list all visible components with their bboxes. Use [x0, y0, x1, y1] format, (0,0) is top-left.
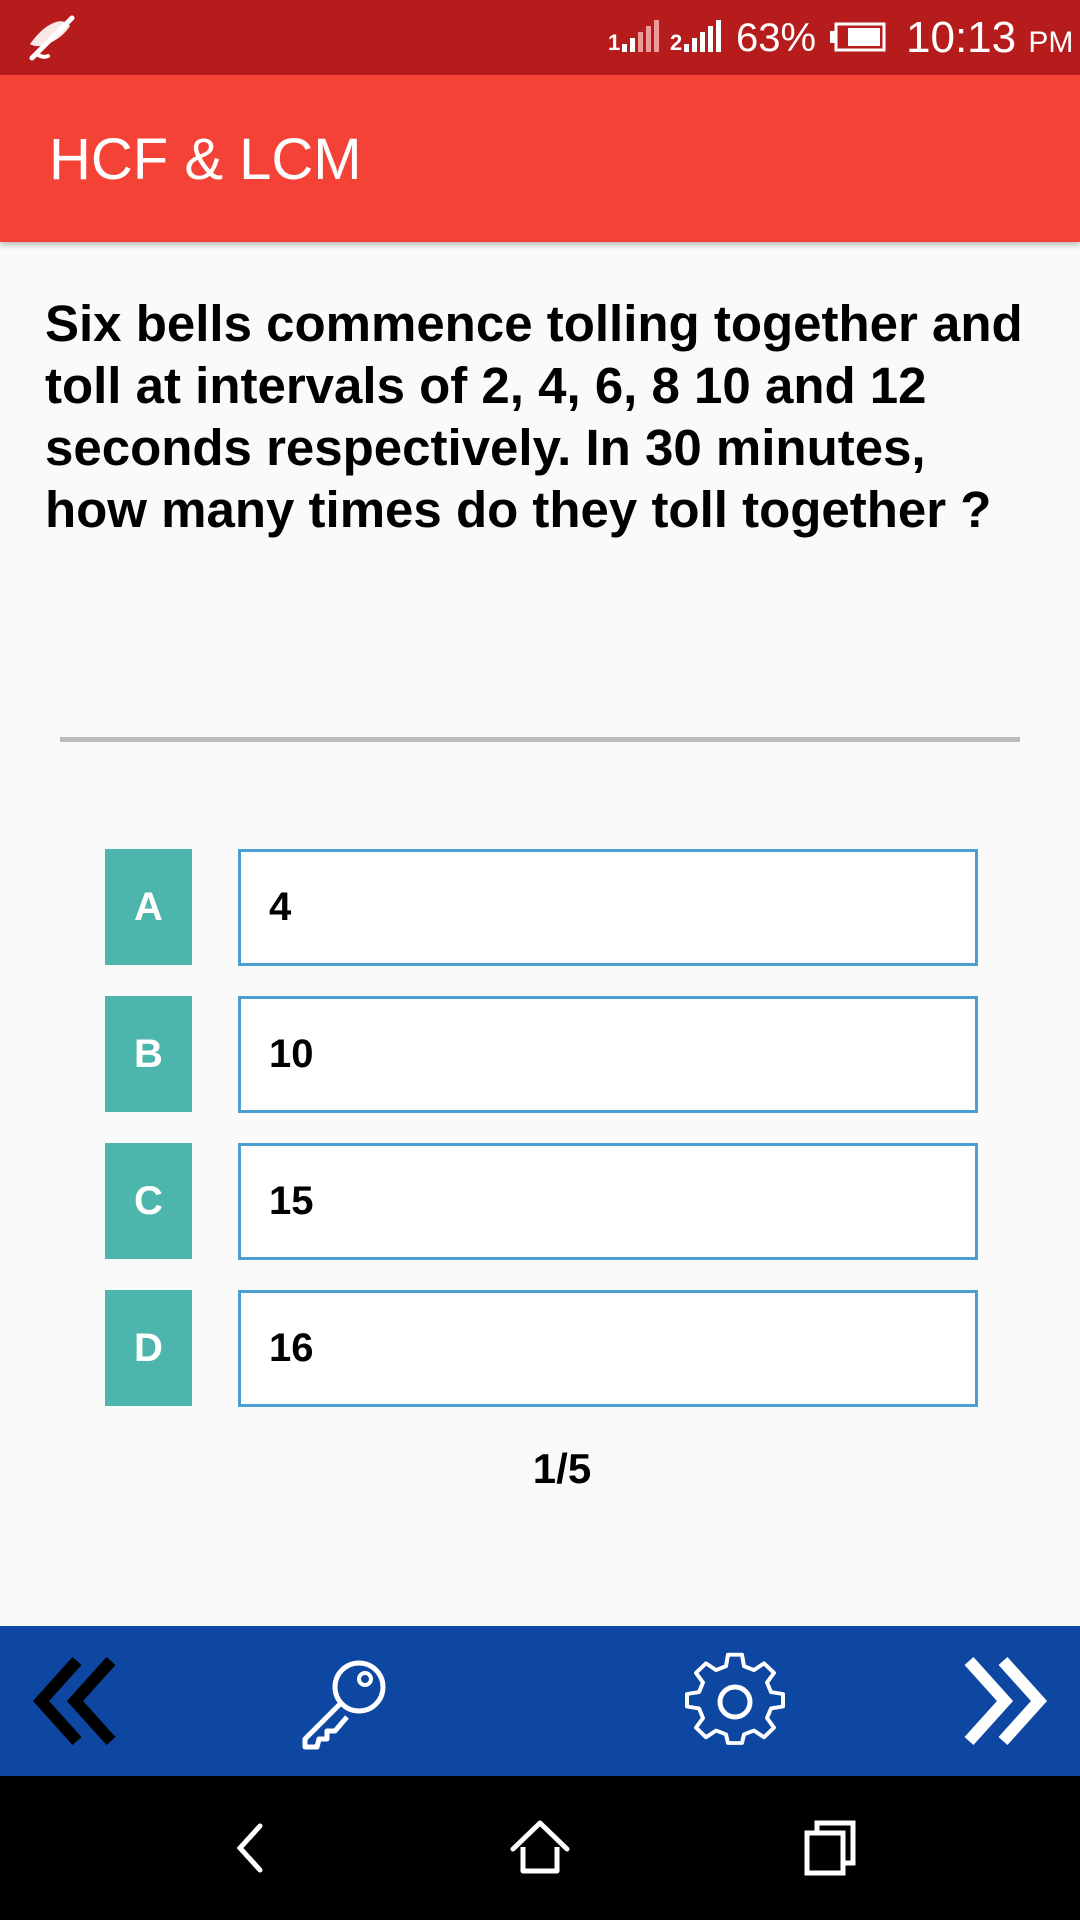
- back-icon: [236, 1823, 263, 1873]
- option-c-letter[interactable]: C: [105, 1143, 192, 1259]
- option-a-button[interactable]: 4: [238, 849, 978, 966]
- sim2-label: 2: [670, 30, 682, 54]
- double-chevron-right-icon: [964, 1656, 1048, 1746]
- option-b-button[interactable]: 10: [238, 996, 978, 1113]
- next-button[interactable]: [948, 1648, 1058, 1754]
- sim2-signal-icon: 2: [670, 20, 721, 54]
- clock-time: 10:13: [906, 13, 1017, 62]
- option-c-button[interactable]: 15: [238, 1143, 978, 1260]
- previous-button[interactable]: [22, 1648, 132, 1754]
- page-title: HCF & LCM: [49, 127, 362, 192]
- clock: 10:13 PM: [906, 12, 1073, 69]
- double-chevron-left-icon: [32, 1656, 116, 1746]
- notification-off-icon: [29, 15, 75, 61]
- divider: [60, 737, 1020, 742]
- sim1-signal-icon: 1: [608, 20, 659, 54]
- bottom-toolbar: [0, 1626, 1080, 1776]
- home-icon: [510, 1820, 570, 1874]
- key-icon: [302, 1660, 386, 1750]
- option-d-letter[interactable]: D: [105, 1290, 192, 1406]
- question-text: Six bells commence tolling together and …: [45, 295, 1023, 538]
- system-nav-bar: [0, 1776, 1080, 1920]
- settings-button[interactable]: [680, 1648, 790, 1754]
- answer-key-button[interactable]: [290, 1648, 400, 1754]
- app-bar: HCF & LCM: [0, 75, 1080, 242]
- question-counter: 1/5: [532, 1445, 592, 1492]
- option-c-value: 15: [269, 1179, 314, 1223]
- option-a-value: 4: [269, 885, 292, 929]
- battery-icon: [830, 22, 886, 52]
- option-b-value: 10: [269, 1032, 314, 1076]
- recents-icon: [804, 1820, 856, 1876]
- option-a-letter[interactable]: A: [105, 849, 192, 965]
- gear-icon: [685, 1652, 785, 1745]
- battery-percent: 63%: [736, 16, 817, 60]
- option-b-letter[interactable]: B: [105, 996, 192, 1112]
- sim1-label: 1: [608, 30, 620, 54]
- nav-home-button[interactable]: [500, 1808, 580, 1888]
- option-d-button[interactable]: 16: [238, 1290, 978, 1407]
- nav-recents-button[interactable]: [790, 1808, 870, 1888]
- clock-ampm: PM: [1028, 26, 1074, 59]
- status-bar: 1 2 63% 10:13 PM: [0, 0, 1080, 75]
- option-d-value: 16: [269, 1326, 314, 1370]
- nav-back-button[interactable]: [212, 1808, 292, 1888]
